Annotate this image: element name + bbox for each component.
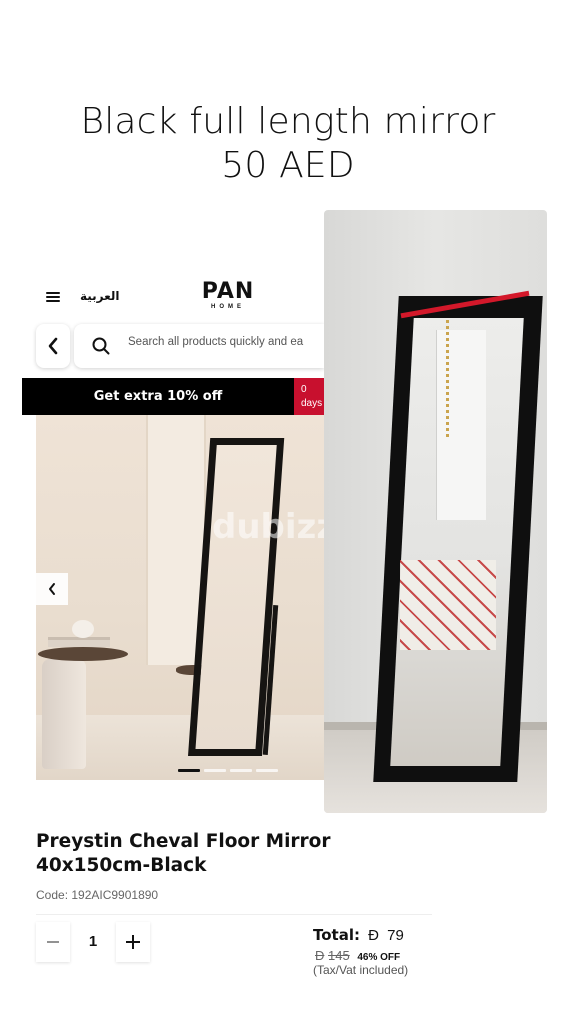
tax-note: (Tax/Vat included) — [313, 963, 409, 977]
product-code: Code: 192AIC9901890 — [36, 888, 159, 902]
quantity-value[interactable]: 1 — [70, 922, 116, 962]
gold-chain — [446, 320, 449, 440]
logo-main: PAN — [201, 279, 255, 304]
product-image[interactable]: dubizzle — [36, 415, 324, 780]
search-bar[interactable] — [74, 324, 324, 368]
chevron-left-icon — [48, 337, 58, 355]
carousel-dot[interactable] — [230, 769, 252, 772]
carousel-prev-button[interactable] — [36, 573, 68, 605]
total-price: Total: Ð 79 — [313, 926, 404, 944]
promo-text: Get extra 10% off — [93, 389, 223, 404]
carousel-indicators — [178, 769, 278, 772]
carousel-dot[interactable] — [256, 769, 278, 772]
minus-icon — [47, 941, 59, 943]
store-logo[interactable]: PAN HOME — [190, 281, 266, 311]
language-switch[interactable]: العربية — [80, 289, 120, 303]
side-table-top — [38, 647, 128, 661]
decrease-quantity-button[interactable] — [36, 922, 70, 962]
promo-banner[interactable]: Get extra 10% off 0 days — [22, 378, 324, 415]
reflected-door — [436, 330, 486, 520]
total-label: Total: — [313, 926, 360, 944]
logo-sub: HOME — [211, 304, 245, 310]
countdown-value: 0 — [301, 384, 307, 395]
vase — [72, 620, 94, 638]
increase-quantity-button[interactable] — [116, 922, 150, 962]
old-currency-symbol: Ð — [315, 948, 325, 963]
old-price-amount: 145 — [328, 948, 350, 963]
total-amount: 79 — [387, 927, 404, 944]
quantity-stepper: 1 — [36, 922, 150, 962]
discount-badge: 46% OFF — [357, 952, 401, 963]
carousel-dot[interactable] — [178, 769, 200, 772]
headline-price: 50 AED — [221, 145, 355, 186]
divider — [36, 914, 432, 915]
listing-headline: Black full length mirror 50 AED — [0, 100, 576, 188]
plus-icon — [126, 935, 140, 949]
menu-icon[interactable] — [46, 292, 60, 302]
side-table-base — [42, 659, 86, 769]
countdown-unit: days — [301, 398, 323, 409]
back-button[interactable] — [36, 324, 70, 368]
seller-photo — [324, 210, 547, 813]
carousel-dot[interactable] — [204, 769, 226, 772]
store-header: العربية PAN HOME — [22, 270, 324, 322]
reflected-bed — [400, 560, 496, 650]
original-price: Ð 145 46% OFF — [315, 948, 400, 963]
search-input[interactable] — [128, 336, 324, 348]
chevron-left-icon — [49, 583, 55, 595]
books — [48, 637, 110, 647]
image-watermark: dubizzle — [212, 507, 324, 547]
currency-symbol: Ð — [368, 927, 379, 944]
headline-title: Black full length mirror — [80, 101, 496, 142]
search-icon — [92, 337, 110, 355]
product-title: Preystin Cheval Floor Mirror 40x150cm-Bl… — [36, 831, 331, 876]
promo-countdown: 0 days — [294, 378, 324, 415]
